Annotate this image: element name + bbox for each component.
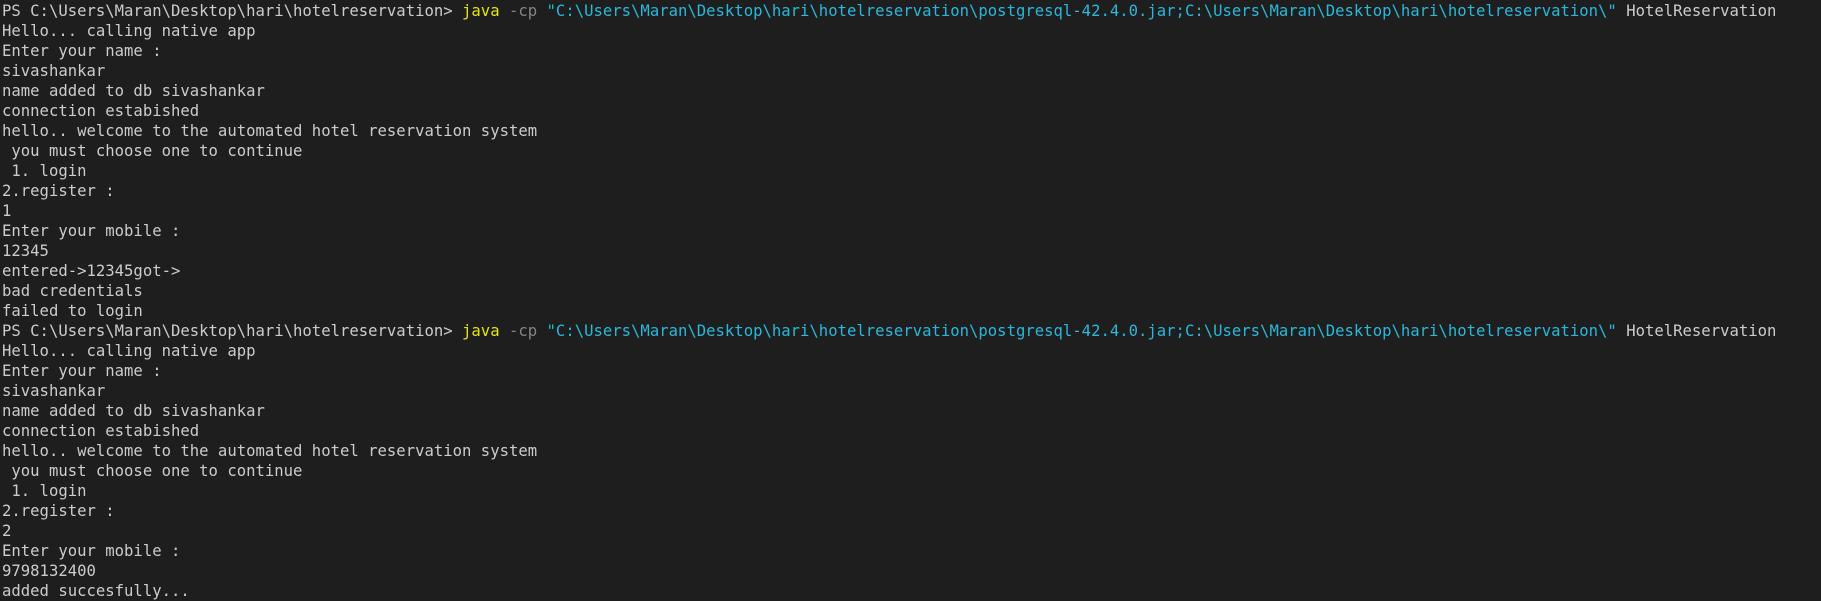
output-line: 1. login [2,482,87,501]
output-line: sivashankar [2,382,106,401]
command-param: -cp [499,322,547,341]
prompt: PS C:\Users\Maran\Desktop\hari\hotelrese… [2,322,463,341]
output-line: 1. login [2,162,87,181]
output-line: sivashankar [2,62,106,81]
main-class: HotelReservation [1616,2,1777,20]
output-line: 2.register : [2,502,115,521]
output-line: hello.. welcome to the automated hotel r… [2,122,538,141]
command-line[interactable]: PS C:\Users\Maran\Desktop\hari\hotelrese… [2,321,1821,341]
command-param: -cp [499,2,547,20]
output-line: you must choose one to continue [2,142,303,161]
output-line: 9798132400 [2,562,96,581]
output-line: 1 [2,202,12,221]
output-line: 12345 [2,242,49,261]
output-line: failed to login [2,302,143,321]
output-line: Enter your mobile : [2,222,181,241]
output-line: Enter your name : [2,362,162,381]
output-line: Hello... calling native app [2,342,256,361]
classpath-string: "C:\Users\Maran\Desktop\hari\hotelreserv… [546,322,1617,341]
output-line: name added to db sivashankar [2,82,265,101]
terminal-panel[interactable]: PS C:\Users\Maran\Desktop\hari\hotelrese… [0,0,1821,601]
output-line: entered->12345got-> [2,262,181,281]
output-line: Hello... calling native app [2,22,256,41]
classpath-string: "C:\Users\Maran\Desktop\hari\hotelreserv… [546,2,1617,20]
prompt: PS C:\Users\Maran\Desktop\hari\hotelrese… [2,2,463,20]
command-line[interactable]: PS C:\Users\Maran\Desktop\hari\hotelrese… [2,1,1821,21]
output-line: name added to db sivashankar [2,402,265,421]
output-line: hello.. welcome to the automated hotel r… [2,442,538,461]
output-line: Enter your mobile : [2,542,181,561]
output-line: bad credentials [2,282,143,301]
output-line: 2 [2,522,12,541]
output-line: added succesfully... [2,582,190,601]
command-name: java [462,322,500,341]
command-name: java [462,2,500,20]
output-line: Enter your name : [2,42,162,61]
output-line: 2.register : [2,182,115,201]
output-line: connection estabished [2,422,200,441]
main-class: HotelReservation [1616,322,1777,341]
output-line: connection estabished [2,102,200,121]
output-line: you must choose one to continue [2,462,303,481]
